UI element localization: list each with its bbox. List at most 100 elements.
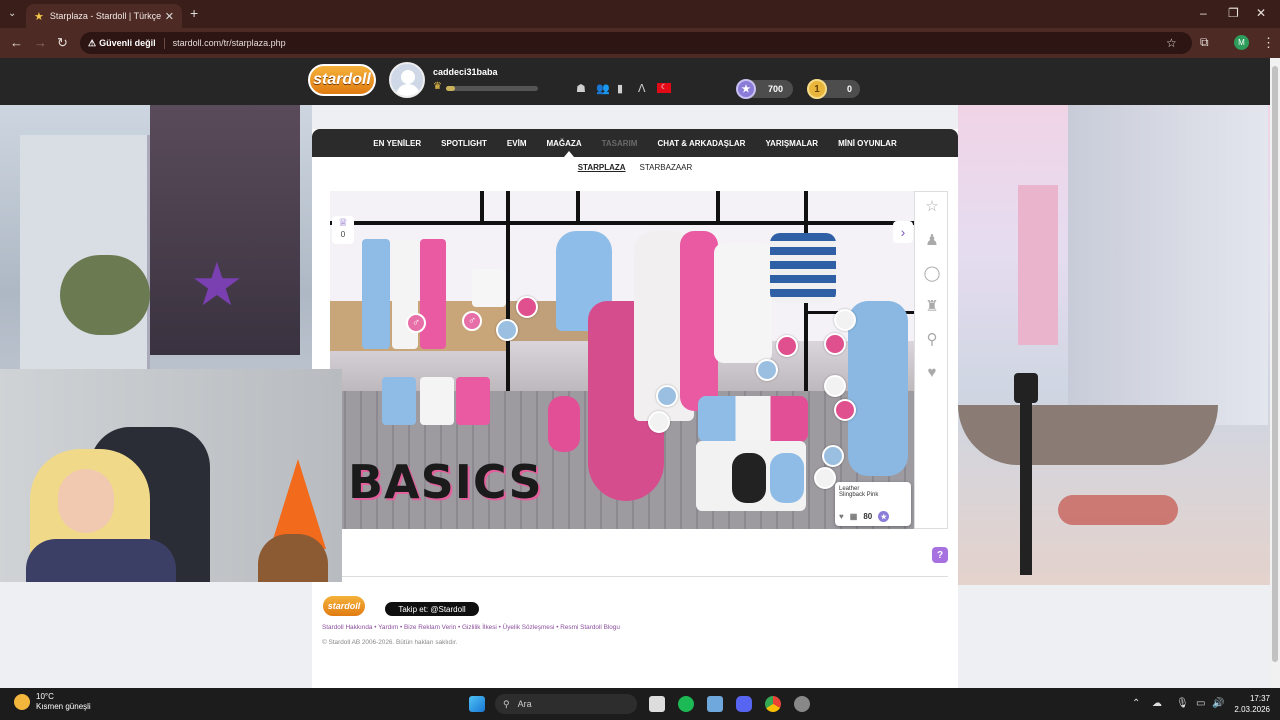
nav-mini-oyunlar[interactable]: MİNİ OYUNLAR [828, 139, 907, 148]
friends-icon[interactable]: 👥 [596, 82, 610, 95]
item-pink-marker[interactable] [834, 399, 856, 421]
turkey-flag-icon[interactable]: ☾ [657, 83, 671, 93]
sub-navigation: STARPLAZA STARBAZAAR [312, 157, 958, 177]
item-blue-marker[interactable] [496, 319, 518, 341]
nav-yarismalar[interactable]: YARIŞMALAR [755, 139, 828, 148]
scrollbar-thumb[interactable] [1272, 66, 1278, 662]
spotify-icon[interactable] [678, 696, 694, 712]
task-view-icon[interactable] [649, 696, 665, 712]
item-white-marker[interactable] [824, 375, 846, 397]
tab-search-icon[interactable]: ⌄ [8, 8, 16, 19]
cloud-icon[interactable]: ☁ [1152, 698, 1162, 709]
taskbar-search[interactable]: ⚲ Ara [495, 694, 637, 714]
web-page: ★ stardoll caddeci31baba ♛ ☗ 👥 ▮ ᐱ ☾ ★ 70… [0, 58, 1270, 688]
main-navigation: EN YENİLER SPOTLIGHT EVİM MAĞAZA TASARIM… [312, 129, 958, 157]
ring-icon[interactable]: ◯ [923, 265, 941, 283]
gender-male-icon[interactable]: ♂ [406, 313, 426, 333]
next-arrow-icon[interactable]: › [893, 221, 913, 243]
tooltip-price: 80 [863, 512, 873, 521]
menu-icon[interactable]: ⋮ [1262, 35, 1275, 51]
wishlist-heart-icon[interactable]: ♥ [839, 512, 844, 521]
webcam-overlay [0, 369, 342, 582]
star-favicon-icon: ★ [34, 10, 44, 23]
help-button[interactable]: ? [932, 547, 948, 563]
tab-starplaza[interactable]: ★ Starplaza - Stardoll | Türkçe ✕ [26, 4, 182, 28]
search-icon[interactable]: ⚲ [923, 331, 941, 349]
mic-icon[interactable]: 🎙 [1176, 698, 1189, 709]
gender-male-icon[interactable]: ♂ [462, 311, 482, 331]
nav-magaza[interactable]: MAĞAZA [536, 139, 591, 148]
stardollars-balance[interactable]: ★ 700 [736, 79, 793, 99]
browser-toolbar: ← → ↻ ⚠ Güvenli değil stardoll.com/tr/sta… [0, 28, 1280, 58]
stardollar-icon: ★ [878, 511, 890, 522]
item-pink-marker[interactable] [824, 333, 846, 355]
security-indicator[interactable]: ⚠ Güvenli değil [88, 37, 165, 49]
extensions-icon[interactable]: ⧉ [1200, 35, 1209, 50]
item-pink-marker[interactable] [776, 335, 798, 357]
nav-chat-arkadaslar[interactable]: CHAT & ARKADAŞLAR [647, 139, 755, 148]
footer-links[interactable]: Stardoll Hakkında • Yardım • Bize Reklam… [322, 624, 620, 631]
tab-starplaza[interactable]: STARPLAZA [578, 163, 626, 172]
coins-balance[interactable]: 10 [807, 79, 860, 99]
reload-icon[interactable]: ↻ [57, 35, 68, 51]
steam-icon[interactable] [794, 696, 810, 712]
minimize-icon[interactable]: – [1200, 6, 1207, 20]
tray-chevron-icon[interactable]: ⌃ [1132, 698, 1140, 709]
level-bar [446, 86, 538, 91]
basket-icon: ♕ [338, 217, 348, 229]
nav-spotlight[interactable]: SPOTLIGHT [431, 139, 497, 148]
start-icon[interactable] [469, 696, 485, 712]
heart-icon[interactable]: ♥ [923, 364, 941, 382]
profile-avatar[interactable]: M [1234, 35, 1249, 50]
tab-close-icon[interactable]: ✕ [165, 10, 174, 23]
sun-icon [14, 694, 30, 710]
item-blue-marker[interactable] [822, 445, 844, 467]
nav-evim[interactable]: EVİM [497, 139, 537, 148]
tooltip-name-line2: Slingback Pink [839, 492, 879, 498]
dress-icon[interactable]: ☗ [576, 82, 586, 95]
footer-logo[interactable]: stardoll [322, 595, 366, 617]
maximize-icon[interactable]: ❐ [1228, 6, 1239, 20]
item-white-marker[interactable] [648, 411, 670, 433]
chair-icon[interactable]: ♜ [923, 298, 941, 316]
item-pink-marker[interactable] [516, 296, 538, 318]
close-window-icon[interactable]: ✕ [1256, 6, 1266, 20]
store-sidebar: ☆ ♟ ◯ ♜ ⚲ ♥ [914, 191, 948, 529]
new-tab-icon[interactable]: + [190, 5, 198, 21]
tab-starbazaar[interactable]: STARBAZAAR [640, 163, 693, 172]
item-blue-marker[interactable] [756, 359, 778, 381]
app-icon[interactable] [707, 696, 723, 712]
stardollar-icon: ★ [736, 79, 756, 99]
search-icon: ⚲ [503, 698, 510, 709]
temperature: 10°C [36, 692, 54, 701]
address-bar[interactable]: ⚠ Güvenli değil stardoll.com/tr/starplaza… [80, 32, 1192, 54]
chrome-icon[interactable] [765, 696, 781, 712]
bookmark-star-icon[interactable]: ☆ [1166, 36, 1177, 50]
weather-text: Kısmen güneşli [36, 702, 91, 711]
star-icon[interactable]: ☆ [923, 198, 941, 216]
nav-tasarim[interactable]: TASARIM [592, 139, 648, 148]
gift-icon[interactable]: ▦ [850, 512, 858, 521]
network-icon[interactable]: ▭ [1196, 698, 1205, 709]
volume-icon[interactable]: 🔊 [1212, 698, 1224, 709]
weather-widget[interactable]: 10°C Kısmen güneşli [14, 692, 91, 712]
username[interactable]: caddeci31baba [433, 67, 498, 77]
basket-button[interactable]: ♕ 0 [332, 216, 354, 244]
store-scene[interactable]: ♂ ♂ BASICS [330, 191, 914, 529]
item-white-marker[interactable] [834, 309, 856, 331]
bookmark-icon[interactable]: ▮ [617, 82, 623, 95]
twitter-follow-button[interactable]: Takip et: @Stardoll [385, 602, 479, 616]
back-icon[interactable]: ← [10, 35, 23, 50]
avatar[interactable] [389, 62, 425, 98]
level-bar-fill [446, 86, 456, 91]
discord-icon[interactable] [736, 696, 752, 712]
basics-banner: BASICS [348, 455, 543, 509]
forward-icon[interactable]: → [34, 35, 47, 50]
item-blue-marker[interactable] [656, 385, 678, 407]
item-white-marker[interactable] [814, 467, 836, 489]
avatar-maker-icon[interactable]: ᐱ [638, 82, 646, 95]
dress-icon[interactable]: ♟ [923, 232, 941, 250]
nav-en-yeniler[interactable]: EN YENİLER [363, 139, 431, 148]
stardoll-logo[interactable]: stardoll [308, 64, 376, 96]
clock[interactable]: 17:37 2.03.2026 [1226, 693, 1270, 715]
